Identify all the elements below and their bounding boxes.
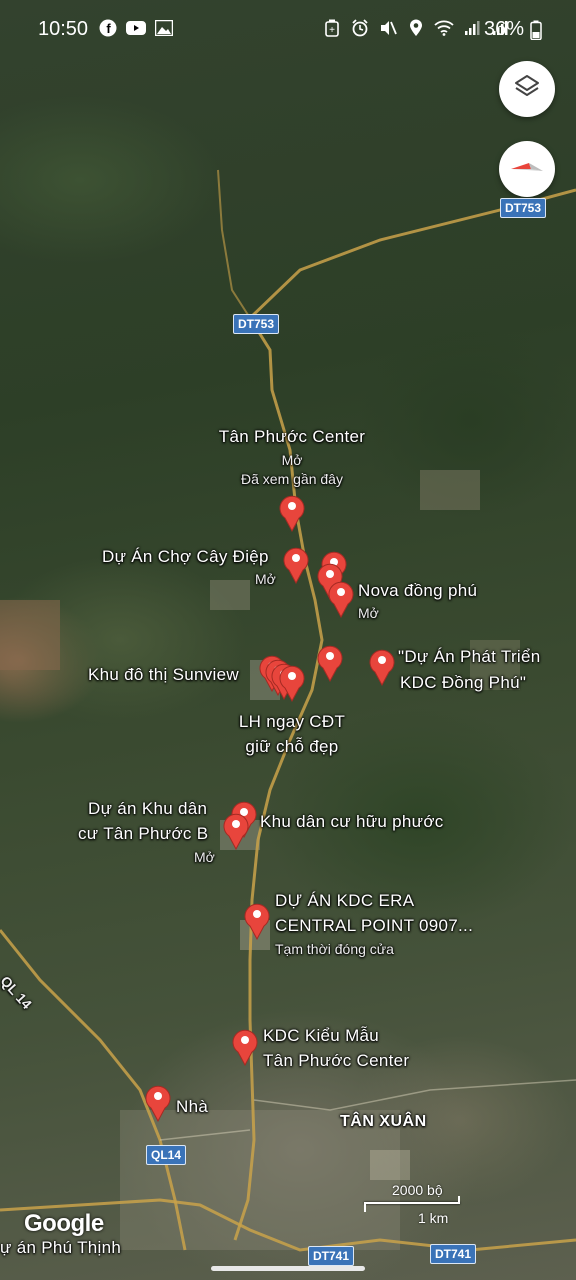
place-status: Mở (255, 571, 276, 587)
place-status: Mở (194, 849, 215, 865)
area-label-tan-xuan: TÂN XUÂN (340, 1113, 427, 1130)
map-scale: 2000 bộ 1 km (362, 1182, 472, 1226)
map-pin-kieu-mau[interactable] (231, 1028, 259, 1066)
place-label-phu-thinh[interactable]: ự án Phú Thịnh (0, 1237, 121, 1259)
map-pin-era-central-point[interactable] (243, 902, 271, 940)
place-status-temporarily-closed: Tạm thời đóng cửa (275, 941, 394, 957)
gesture-nav-handle[interactable] (211, 1266, 365, 1271)
place-label-nova-dong-phu[interactable]: Nova đồng phú (358, 580, 477, 602)
scale-imperial: 2000 bộ (392, 1182, 443, 1198)
place-label-lh-ngay-cdt-line2[interactable]: giữ chỗ đẹp (220, 736, 364, 758)
place-label-kieu-mau[interactable]: KDC Kiểu Mẫu (263, 1025, 379, 1047)
map-pin-tan-phuoc-center[interactable] (278, 494, 306, 532)
place-label-sunview[interactable]: Khu đô thị Sunview (88, 664, 239, 686)
place-label-tan-phuoc-b[interactable]: Dự án Khu dân (88, 798, 207, 820)
place-label-tan-phuoc-center[interactable]: Tân Phước Center (192, 426, 392, 448)
place-status: Mở (281, 452, 303, 468)
place-label-huu-phuoc[interactable]: Khu dân cư hữu phước (260, 811, 444, 833)
map-pin-tan-phuoc-b[interactable] (222, 812, 250, 850)
google-logo: Google (24, 1210, 104, 1237)
map-pin-cho-cay-diep[interactable] (282, 546, 310, 584)
place-label-kieu-mau-line2[interactable]: Tân Phước Center (263, 1050, 409, 1072)
map-pin-nha[interactable] (144, 1084, 172, 1122)
place-label-era-central-point-line2[interactable]: CENTRAL POINT 0907... (275, 915, 473, 937)
place-note-recently-viewed: Đã xem gần đây (241, 471, 343, 487)
place-label-lh-ngay-cdt[interactable]: LH ngay CĐT (220, 711, 364, 733)
place-label-era-central-point[interactable]: DỰ ÁN KDC ERA (275, 890, 414, 912)
map-pin[interactable] (316, 644, 344, 682)
place-label-phat-trien-kdc-line2[interactable]: KDC Đồng Phú" (400, 672, 526, 694)
map-pin-lh-ngay-cdt[interactable] (278, 664, 306, 702)
place-label-nha[interactable]: Nhà (176, 1096, 208, 1118)
place-label-tan-phuoc-b-line2[interactable]: cư Tân Phước B (78, 823, 208, 845)
map-pin-nova-dong-phu[interactable] (327, 580, 355, 618)
map-pins (0, 0, 576, 1280)
map-pin-phat-trien-kdc[interactable] (368, 648, 396, 686)
scale-metric: 1 km (418, 1210, 449, 1226)
place-status: Mở (358, 605, 379, 621)
place-label-phat-trien-kdc[interactable]: "Dự Án Phát Triển (398, 646, 541, 668)
place-label-cho-cay-diep[interactable]: Dự Án Chợ Cây Điệp (102, 546, 269, 568)
